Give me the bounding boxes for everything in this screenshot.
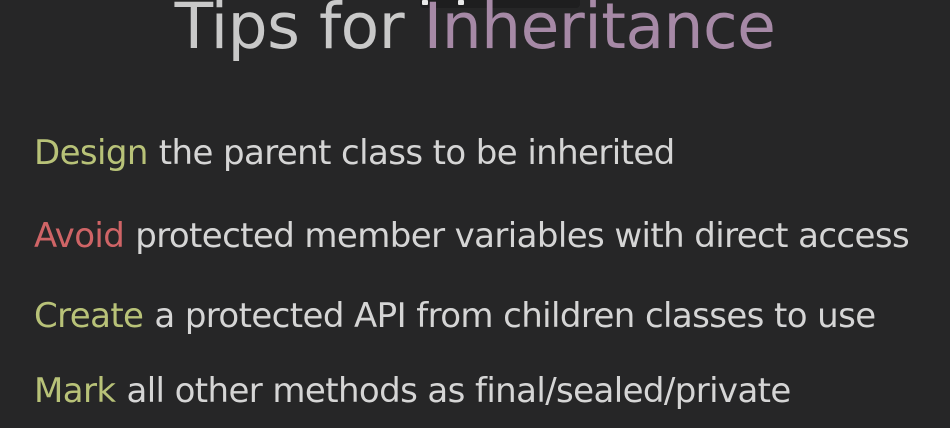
slide: Tips for Inheritance Design the parent cl… <box>0 0 950 428</box>
tip-item-design: Design the parent class to be inherited <box>34 131 675 175</box>
slide-title: Tips for Inheritance <box>0 0 950 70</box>
tip-item-avoid: Avoid protected member variables with dir… <box>34 214 910 258</box>
tip-keyword: Design <box>34 133 148 173</box>
title-prefix: Tips for <box>174 0 405 63</box>
tip-item-mark: Mark all other methods as final/sealed/pr… <box>34 369 791 413</box>
tip-text: all other methods as final/sealed/privat… <box>126 371 791 411</box>
title-highlight: Inheritance <box>423 0 776 63</box>
tip-text: a protected API from children classes to… <box>154 296 876 336</box>
tip-keyword: Create <box>34 296 144 336</box>
tip-text: protected member variables with direct a… <box>135 216 910 256</box>
tip-text: the parent class to be inherited <box>158 133 675 173</box>
tip-keyword: Avoid <box>34 216 125 256</box>
tip-keyword: Mark <box>34 371 116 411</box>
tip-item-create: Create a protected API from children clas… <box>34 294 876 338</box>
